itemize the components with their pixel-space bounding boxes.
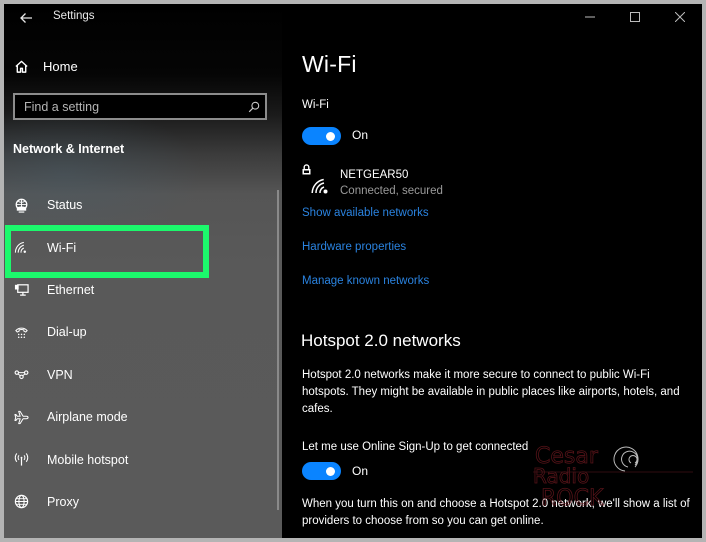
ethernet-icon (13, 282, 29, 298)
sidebar-nav: Status Wi-Fi Ethernet Dial-up VPN Airpla… (4, 184, 274, 523)
maximize-button[interactable] (612, 4, 657, 30)
close-icon (674, 12, 685, 22)
wifi-signal-icon (311, 178, 328, 194)
signup-label: Let me use Online Sign-Up to get connect… (302, 441, 529, 453)
sidebar-item-vpn[interactable]: VPN (4, 354, 274, 396)
maximize-icon (629, 12, 640, 22)
settings-window: Settings Home Network & Internet Status (4, 4, 702, 538)
minimize-icon (584, 16, 595, 18)
hotspot-heading: Hotspot 2.0 networks (301, 331, 461, 350)
network-status: Connected, secured (340, 185, 443, 197)
manage-known-networks-link[interactable]: Manage known networks (302, 275, 429, 287)
sidebar-item-label: Dial-up (47, 325, 87, 340)
back-arrow-icon (20, 13, 32, 23)
sidebar-scrollbar[interactable] (277, 190, 279, 510)
page-title: Wi-Fi (302, 51, 357, 77)
window-controls (567, 4, 702, 30)
back-button[interactable] (12, 6, 40, 30)
sidebar-item-label: Mobile hotspot (47, 452, 129, 467)
search-box[interactable] (13, 93, 267, 120)
sidebar-item-proxy[interactable]: Proxy (4, 481, 274, 523)
wifi-toggle[interactable] (302, 127, 341, 145)
sidebar-item-label: Ethernet (47, 282, 95, 297)
globe-status-icon (13, 197, 29, 213)
sidebar-item-status[interactable]: Status (4, 184, 274, 226)
sidebar-item-label: VPN (47, 367, 73, 382)
sidebar: Settings Home Network & Internet Status (4, 4, 282, 538)
sidebar-item-label: Wi-Fi (47, 240, 77, 255)
sidebar-item-wifi[interactable]: Wi-Fi (4, 226, 274, 278)
lock-icon (302, 164, 311, 175)
app-title: Settings (53, 10, 95, 22)
vpn-icon (13, 367, 29, 383)
globe-icon (13, 494, 29, 510)
toggle-knob (326, 131, 335, 141)
toggle-knob (326, 466, 335, 476)
search-input[interactable] (15, 99, 243, 114)
sidebar-item-label: Proxy (47, 494, 79, 509)
sidebar-item-ethernet[interactable]: Ethernet (4, 269, 274, 311)
home-icon (15, 60, 28, 73)
main-pane: Wi-Fi Wi-Fi On NETGEAR50 Connected, secu… (283, 4, 702, 538)
sidebar-item-label: Airplane mode (47, 410, 128, 425)
search-icon[interactable] (243, 96, 265, 118)
section-title: Network & Internet (13, 142, 125, 156)
hardware-properties-link[interactable]: Hardware properties (302, 241, 406, 253)
airplane-icon (13, 409, 29, 425)
dialup-phone-icon (13, 324, 29, 340)
sidebar-item-mobile-hotspot[interactable]: Mobile hotspot (4, 438, 274, 480)
wifi-toggle-state: On (352, 128, 369, 142)
mobile-hotspot-icon (13, 452, 29, 468)
minimize-button[interactable] (567, 4, 612, 30)
wifi-toggle-label: Wi-Fi (302, 99, 329, 111)
online-signup-toggle-state: On (352, 464, 369, 478)
close-button[interactable] (657, 4, 702, 30)
sidebar-item-airplane-mode[interactable]: Airplane mode (4, 396, 274, 438)
sidebar-item-label: Status (47, 198, 83, 213)
home-label: Home (43, 58, 78, 74)
connected-network[interactable]: NETGEAR50 Connected, secured (302, 162, 502, 198)
sidebar-item-dialup[interactable]: Dial-up (4, 311, 274, 353)
home-nav-item[interactable]: Home (12, 56, 78, 76)
show-available-networks-link[interactable]: Show available networks (302, 207, 429, 219)
signup-description: When you turn this on and choose a Hotsp… (302, 498, 690, 527)
wifi-icon (13, 240, 29, 256)
hotspot-description: Hotspot 2.0 networks make it more secure… (302, 369, 680, 415)
online-signup-toggle[interactable] (302, 462, 341, 480)
network-name: NETGEAR50 (340, 169, 409, 181)
svg-text:Radio: Radio (533, 464, 589, 488)
